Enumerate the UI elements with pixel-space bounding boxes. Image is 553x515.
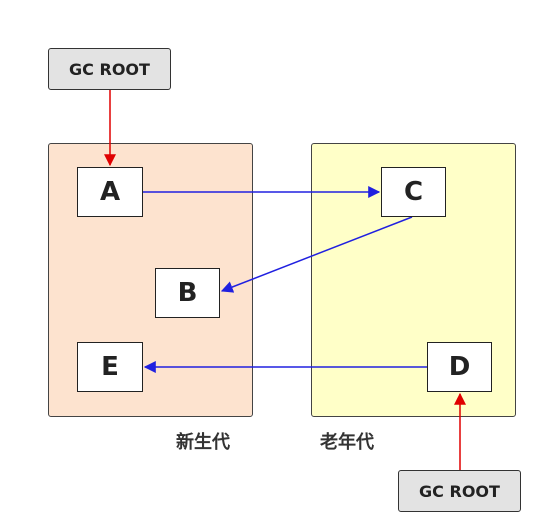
node-a: A (77, 167, 143, 217)
node-b: B (155, 268, 220, 318)
arrows-layer (104, 90, 466, 470)
node-d: D (427, 342, 492, 392)
edge-c-to-b (220, 216, 413, 293)
diagram-canvas: 新生代 老年代 GC ROOT GC ROOT A B C D E (0, 0, 553, 515)
node-c: C (381, 167, 446, 217)
node-e: E (77, 342, 143, 392)
